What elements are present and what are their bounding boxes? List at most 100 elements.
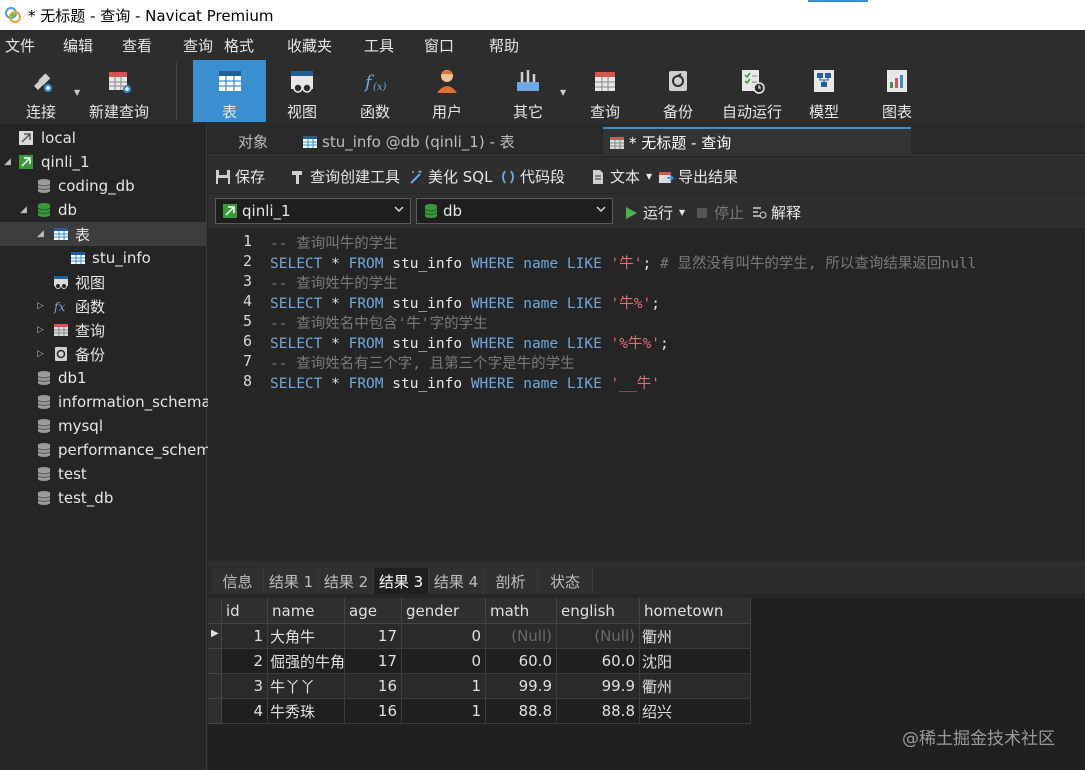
beautify-sql-button[interactable]: 美化 SQL [408, 166, 492, 187]
tree-item-information-schema[interactable]: information_schema [0, 390, 211, 414]
menu-tools[interactable]: 工具 [364, 35, 394, 56]
expand-arrow-icon[interactable]: ▷ [37, 301, 44, 311]
tab-profile[interactable]: 剖析 [484, 568, 538, 594]
tree-item-qinli-1[interactable]: ◢ qinli_1 [0, 150, 206, 174]
tab-result-1[interactable]: 结果 1 [264, 568, 319, 594]
backup-button[interactable]: 备份 [642, 60, 714, 122]
collapse-arrow-icon[interactable]: ◢ [20, 205, 27, 215]
tree-item-test-db[interactable]: test_db [0, 486, 206, 510]
stop-button[interactable]: 停止 [694, 202, 744, 223]
table-cell[interactable]: 16 [345, 674, 402, 699]
tree-item-stu-info[interactable]: stu_info [0, 246, 206, 270]
tree-item-local[interactable]: local [0, 126, 206, 150]
collapse-arrow-icon[interactable]: ◢ [37, 229, 44, 239]
table-cell[interactable]: 3 [222, 674, 268, 699]
tree-item-db1[interactable]: db1 [0, 366, 206, 390]
table-cell[interactable]: 绍兴 [640, 699, 751, 724]
minimize-button[interactable] [808, 0, 868, 2]
text-dropdown-icon[interactable]: ▼ [646, 172, 652, 181]
tab-objects[interactable]: 对象 [218, 127, 298, 156]
row-selector[interactable] [208, 674, 222, 699]
table-cell[interactable]: 16 [345, 699, 402, 724]
row-selector[interactable] [208, 649, 222, 674]
table-cell[interactable]: 2 [222, 649, 268, 674]
run-button[interactable]: 运行 ▼ [623, 202, 685, 223]
other-dropdown-icon[interactable]: ▼ [560, 88, 566, 97]
table-cell[interactable]: 17 [345, 624, 402, 649]
tab-stu-info[interactable]: stu_info @db (qinli_1) - 表 [300, 127, 600, 156]
tree-item-tables[interactable]: ◢ 表 [0, 222, 206, 246]
query-button[interactable]: 查询 [570, 60, 640, 122]
column-header[interactable]: hometown [640, 598, 751, 624]
table-button[interactable]: 表 [193, 60, 266, 122]
table-cell[interactable]: 衢州 [640, 624, 751, 649]
tree-item-test[interactable]: test [0, 462, 206, 486]
tab-result-3[interactable]: 结果 3 [374, 568, 429, 594]
menu-query[interactable]: 查询 [183, 35, 213, 56]
table-cell[interactable]: 1 [222, 624, 268, 649]
text-button[interactable]: 文本 ▼ [590, 166, 652, 187]
column-header[interactable]: math [486, 598, 557, 624]
model-button[interactable]: 模型 [788, 60, 860, 122]
table-cell[interactable]: 17 [345, 649, 402, 674]
tree-item-queries[interactable]: ▷ 查询 [0, 318, 206, 342]
view-button[interactable]: 视图 [266, 60, 338, 122]
menu-file[interactable]: 文件 [5, 35, 35, 56]
user-button[interactable]: 用户 [411, 60, 483, 122]
tree-item-backups[interactable]: ▷ 备份 [0, 342, 206, 366]
table-cell[interactable]: 99.9 [557, 674, 640, 699]
table-cell[interactable]: 衢州 [640, 674, 751, 699]
sql-editor[interactable]: 1 2 3 4 5 6 7 8 -- 查询叫牛的学生 SELECT * FROM… [208, 229, 1085, 561]
connection-select[interactable]: qinli_1 [215, 198, 411, 224]
function-button[interactable]: f (x) 函数 [339, 60, 411, 122]
table-cell[interactable]: 60.0 [557, 649, 640, 674]
table-cell[interactable]: 60.0 [486, 649, 557, 674]
menu-view[interactable]: 查看 [122, 35, 152, 56]
tab-status[interactable]: 状态 [538, 568, 593, 594]
expand-arrow-icon[interactable]: ▷ [37, 349, 44, 359]
expand-arrow-icon[interactable]: ▷ [37, 325, 44, 335]
column-header[interactable]: english [557, 598, 640, 624]
schedule-button[interactable]: 自动运行 [716, 60, 788, 122]
tab-untitled-query[interactable]: * 无标题 - 查询 [603, 127, 911, 156]
tree-item-functions[interactable]: ▷ fx 函数 [0, 294, 206, 318]
tree-item-views[interactable]: 视图 [0, 270, 206, 294]
other-button[interactable]: 其它 [492, 60, 564, 122]
row-selector[interactable] [208, 699, 222, 724]
tab-result-4[interactable]: 结果 4 [429, 568, 484, 594]
code-area[interactable]: -- 查询叫牛的学生 SELECT * FROM stu_info WHERE … [254, 229, 1085, 561]
table-cell[interactable]: 沈阳 [640, 649, 751, 674]
row-selector[interactable]: ▶ [208, 624, 222, 649]
table-cell[interactable]: 4 [222, 699, 268, 724]
new-query-button[interactable]: 新建查询 [86, 60, 152, 122]
export-results-button[interactable]: 导出结果 [658, 166, 738, 187]
table-cell[interactable]: 牛丫丫 [268, 674, 345, 699]
menu-format[interactable]: 格式 [224, 35, 254, 56]
menu-edit[interactable]: 编辑 [63, 35, 93, 56]
table-cell[interactable]: 牛秀珠 [268, 699, 345, 724]
explain-button[interactable]: 解释 [751, 202, 801, 223]
column-header[interactable]: gender [402, 598, 486, 624]
connect-button[interactable]: 连接 [12, 60, 70, 122]
column-header[interactable]: id [222, 598, 268, 624]
tree-item-performance-schema[interactable]: performance_schem [0, 438, 211, 462]
tab-result-2[interactable]: 结果 2 [319, 568, 374, 594]
table-cell[interactable]: 1 [402, 674, 486, 699]
table-cell[interactable]: 1 [402, 699, 486, 724]
table-cell[interactable]: 99.9 [486, 674, 557, 699]
table-cell[interactable]: (Null) [486, 624, 557, 649]
chart-button[interactable]: 图表 [861, 60, 933, 122]
menu-window[interactable]: 窗口 [424, 35, 454, 56]
run-dropdown-icon[interactable]: ▼ [679, 208, 685, 217]
collapse-arrow-icon[interactable]: ◢ [4, 157, 11, 167]
menu-favorites[interactable]: 收藏夹 [287, 35, 332, 56]
query-builder-button[interactable]: 查询创建工具 [290, 166, 400, 187]
table-cell[interactable]: 88.8 [486, 699, 557, 724]
database-select[interactable]: db [416, 198, 613, 224]
menu-help[interactable]: 帮助 [489, 35, 519, 56]
table-cell[interactable]: 大角牛 [268, 624, 345, 649]
table-cell[interactable]: 0 [402, 649, 486, 674]
table-cell[interactable]: 88.8 [557, 699, 640, 724]
table-cell[interactable]: 倔强的牛角 [268, 649, 345, 674]
tab-info[interactable]: 信息 [212, 568, 264, 594]
